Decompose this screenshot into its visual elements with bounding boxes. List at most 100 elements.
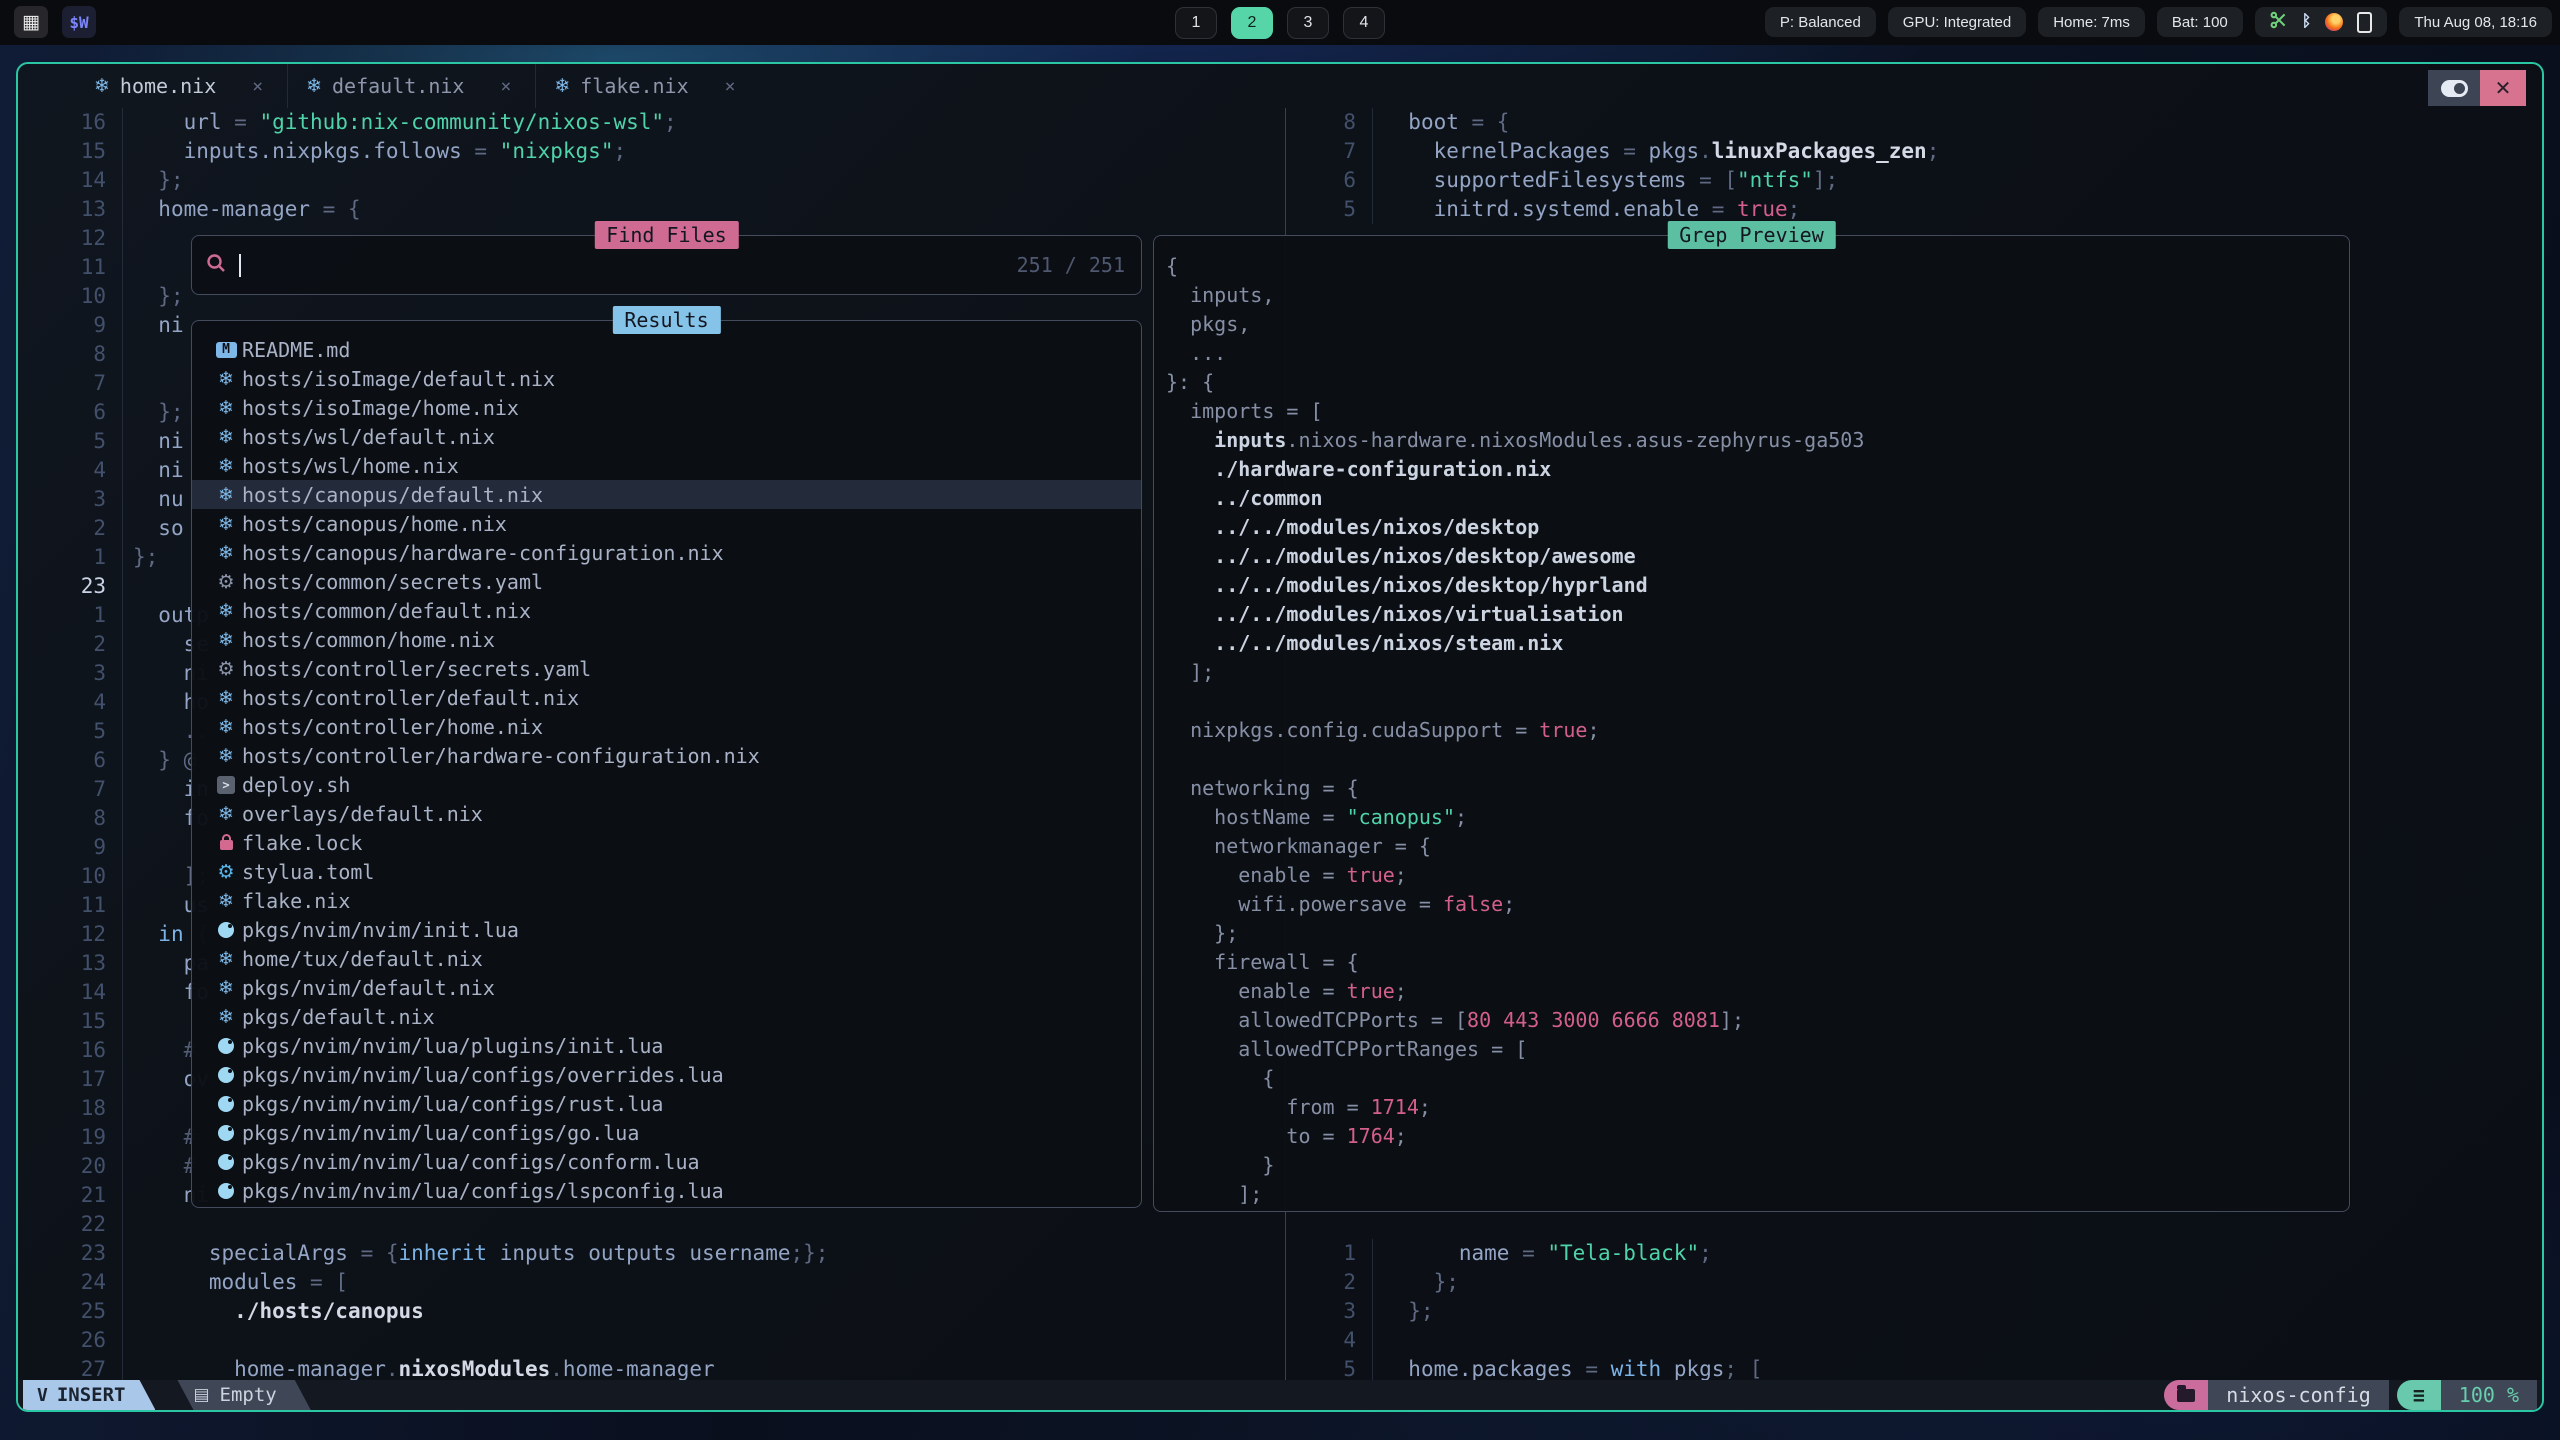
file-name: pkgs/nvim/nvim/lua/configs/go.lua xyxy=(242,1121,639,1145)
preview-line: }: { xyxy=(1166,368,2345,397)
code-line: supportedFilesystems = ["ntfs"]; xyxy=(1373,166,1838,195)
preview-line: } xyxy=(1166,1151,2345,1180)
line-number: 9 xyxy=(18,833,123,862)
workspace-4[interactable]: 4 xyxy=(1343,7,1385,39)
line-number: 10 xyxy=(18,862,123,891)
tab-label: home.nix xyxy=(120,74,216,98)
list-item[interactable]: ❄home/tux/default.nix xyxy=(192,944,1141,973)
list-item[interactable]: ❄hosts/controller/home.nix xyxy=(192,712,1141,741)
list-item[interactable]: >deploy.sh xyxy=(192,770,1141,799)
gearb-file-icon: ⚙ xyxy=(210,861,242,883)
file-name: hosts/isoImage/default.nix xyxy=(242,367,555,391)
code-row: 23 specialArgs = {inherit inputs outputs… xyxy=(18,1239,1285,1268)
preview-line: { xyxy=(1166,252,2345,281)
preview-line: ../../modules/nixos/steam.nix xyxy=(1166,629,2345,658)
code-row: 5 initrd.systemd.enable = true; xyxy=(1286,195,2542,224)
lines-segment: ≡ xyxy=(2397,1380,2441,1410)
tab-default.nix[interactable]: ❄default.nix× xyxy=(287,64,535,108)
workspace-1[interactable]: 1 xyxy=(1175,7,1217,39)
line-number: 5 xyxy=(18,427,123,456)
list-item[interactable]: pkgs/nvim/nvim/lua/configs/overrides.lua xyxy=(192,1060,1141,1089)
find-files-popup[interactable]: Find Files 251 / 251 xyxy=(191,235,1142,295)
bluetooth-icon[interactable]: ᛒ xyxy=(2302,13,2312,31)
list-item[interactable]: ❄hosts/isoImage/home.nix xyxy=(192,393,1141,422)
list-item[interactable]: ⚙hosts/common/secrets.yaml xyxy=(192,567,1141,596)
tab-home.nix[interactable]: ❄home.nix× xyxy=(76,64,287,108)
tab-flake.nix[interactable]: ❄flake.nix× xyxy=(535,64,759,108)
nix-file-icon: ❄ xyxy=(210,484,242,506)
nix-file-icon: ❄ xyxy=(210,1006,242,1028)
list-item[interactable]: ⚙hosts/controller/secrets.yaml xyxy=(192,654,1141,683)
list-item[interactable]: pkgs/nvim/nvim/lua/configs/conform.lua xyxy=(192,1147,1141,1176)
list-item[interactable]: pkgs/nvim/nvim/lua/configs/lspconfig.lua xyxy=(192,1176,1141,1205)
list-item[interactable]: ❄hosts/common/home.nix xyxy=(192,625,1141,654)
toggle-button[interactable] xyxy=(2428,70,2480,106)
window-close-button[interactable]: ✕ xyxy=(2480,70,2526,106)
list-item[interactable]: ⚙stylua.toml xyxy=(192,857,1141,886)
list-item[interactable]: pkgs/nvim/nvim/lua/configs/go.lua xyxy=(192,1118,1141,1147)
folder-segment xyxy=(2164,1380,2208,1410)
list-item[interactable]: MREADME.md xyxy=(192,335,1141,364)
tab-close-icon[interactable]: × xyxy=(500,76,511,97)
line-number: 23 xyxy=(18,1239,123,1268)
preview-line: ../../modules/nixos/desktop/hyprland xyxy=(1166,571,2345,600)
list-item[interactable]: ❄hosts/wsl/default.nix xyxy=(192,422,1141,451)
list-item[interactable]: ❄hosts/wsl/home.nix xyxy=(192,451,1141,480)
preview-line: inputs.nixos-hardware.nixosModules.asus-… xyxy=(1166,426,2345,455)
file-name: hosts/canopus/hardware-configuration.nix xyxy=(242,541,724,565)
line-number: 7 xyxy=(18,369,123,398)
preview-line xyxy=(1166,745,2345,774)
line-number: 22 xyxy=(18,1210,123,1239)
lua-file-icon xyxy=(210,1096,242,1112)
preview-line: ./hardware-configuration.nix xyxy=(1166,455,2345,484)
list-item[interactable]: ❄flake.nix xyxy=(192,886,1141,915)
list-item[interactable]: ❄pkgs/nvim/default.nix xyxy=(192,973,1141,1002)
preview-line xyxy=(1166,687,2345,716)
preview-line: { xyxy=(1166,1064,2345,1093)
list-item[interactable]: ❄hosts/isoImage/default.nix xyxy=(192,364,1141,393)
logo-button[interactable]: $W xyxy=(62,6,96,38)
list-item[interactable]: ❄hosts/common/default.nix xyxy=(192,596,1141,625)
nix-file-icon: ❄ xyxy=(210,455,242,477)
list-item[interactable]: ❄hosts/controller/default.nix xyxy=(192,683,1141,712)
file-name: hosts/common/home.nix xyxy=(242,628,495,652)
line-number: 14 xyxy=(18,978,123,1007)
code-row: 14 }; xyxy=(18,166,1285,195)
list-item[interactable]: pkgs/nvim/nvim/lua/plugins/init.lua xyxy=(192,1031,1141,1060)
list-item[interactable]: ❄hosts/controller/hardware-configuration… xyxy=(192,741,1141,770)
line-number: 2 xyxy=(1286,1268,1373,1297)
tab-close-icon[interactable]: × xyxy=(252,76,263,97)
file-state-label: Empty xyxy=(220,1384,277,1406)
line-number: 19 xyxy=(18,1123,123,1152)
media-player-icon[interactable] xyxy=(2325,13,2343,31)
preview-line: allowedTCPPortRanges = [ xyxy=(1166,1035,2345,1064)
code-line: boot = { xyxy=(1373,108,1509,137)
list-item[interactable]: flake.lock xyxy=(192,828,1141,857)
nix-file-icon: ❄ xyxy=(210,977,242,999)
preview-line: wifi.powersave = false; xyxy=(1166,890,2345,919)
file-name: pkgs/nvim/nvim/lua/configs/overrides.lua xyxy=(242,1063,724,1087)
list-item[interactable]: pkgs/nvim/nvim/init.lua xyxy=(192,915,1141,944)
app-launcher-button[interactable]: ▦ xyxy=(14,6,48,38)
scissors-icon[interactable] xyxy=(2270,11,2288,33)
file-name: pkgs/nvim/nvim/init.lua xyxy=(242,918,519,942)
list-item[interactable]: ❄overlays/default.nix xyxy=(192,799,1141,828)
mode-segment: V INSERT xyxy=(23,1380,155,1410)
code-row: 25 ./hosts/canopus xyxy=(18,1297,1285,1326)
tab-close-icon[interactable]: × xyxy=(725,76,736,97)
phone-icon[interactable] xyxy=(2357,12,2372,33)
search-icon xyxy=(206,253,227,278)
line-number: 9 xyxy=(18,311,123,340)
list-item[interactable]: pkgs/nvim/nvim/lua/configs/rust.lua xyxy=(192,1089,1141,1118)
code-line: }; xyxy=(123,398,184,427)
line-number: 24 xyxy=(18,1268,123,1297)
list-item[interactable]: ❄hosts/canopus/default.nix xyxy=(192,480,1141,509)
list-item[interactable]: ❄pkgs/default.nix xyxy=(192,1002,1141,1031)
code-line: initrd.systemd.enable = true; xyxy=(1373,195,1800,224)
file-name: hosts/wsl/default.nix xyxy=(242,425,495,449)
workspace-3[interactable]: 3 xyxy=(1287,7,1329,39)
list-item[interactable]: ❄hosts/canopus/hardware-configuration.ni… xyxy=(192,538,1141,567)
list-item[interactable]: ❄hosts/canopus/home.nix xyxy=(192,509,1141,538)
workspace-2[interactable]: 2 xyxy=(1231,7,1273,39)
file-name: flake.nix xyxy=(242,889,350,913)
